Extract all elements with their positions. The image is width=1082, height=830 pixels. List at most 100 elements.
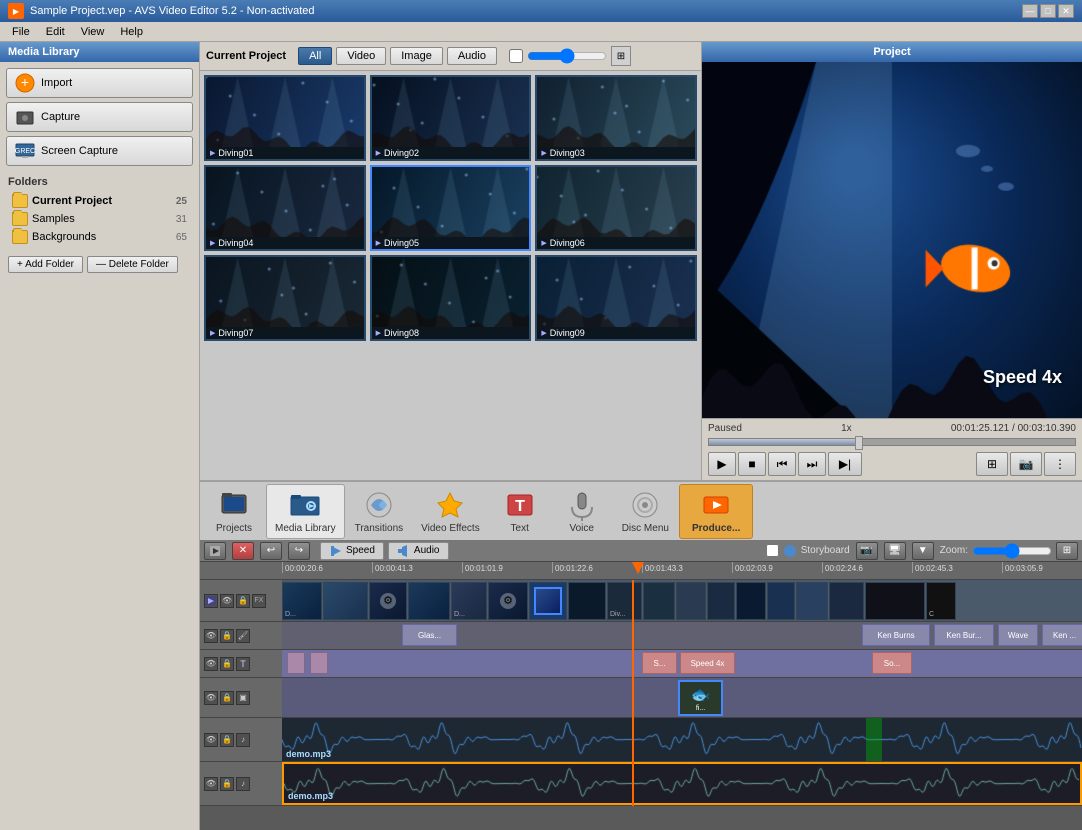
- toolbar-voice[interactable]: Voice: [552, 485, 612, 538]
- prev-button[interactable]: ⏮: [768, 452, 796, 476]
- filter-all[interactable]: All: [298, 47, 332, 65]
- eye-icon[interactable]: 👁: [220, 594, 234, 608]
- camera-btn[interactable]: 📷: [856, 542, 878, 560]
- toolbar-produce[interactable]: Produce...: [679, 484, 753, 539]
- eye-icon-fx[interactable]: 👁: [204, 629, 218, 643]
- text-clip-s[interactable]: S...: [642, 652, 677, 674]
- fx-clip-ken2[interactable]: Ken ...: [1042, 624, 1082, 646]
- redo-action[interactable]: ↪: [288, 542, 310, 560]
- thumbnail-diving05[interactable]: Diving05: [370, 165, 532, 251]
- toolbar-disc-menu[interactable]: Disc Menu: [614, 485, 677, 538]
- text-clip-1[interactable]: [287, 652, 305, 674]
- fx-icon[interactable]: FX: [252, 594, 266, 608]
- video-clip-8[interactable]: [568, 582, 606, 620]
- next-button[interactable]: ⏭: [798, 452, 826, 476]
- video-clip-14[interactable]: [767, 582, 795, 620]
- lock-icon-fx[interactable]: 🔒: [220, 629, 234, 643]
- zoom-slider[interactable]: [972, 543, 1052, 559]
- video-clip-6[interactable]: ⚙: [488, 582, 528, 620]
- play-button[interactable]: ▶: [708, 452, 736, 476]
- eye-icon-a2[interactable]: 👁: [204, 777, 218, 791]
- thumbnail-diving09[interactable]: Diving09: [535, 255, 697, 341]
- video-clip-3[interactable]: ⚙: [369, 582, 407, 620]
- lock-icon-text[interactable]: 🔒: [220, 657, 234, 671]
- add-folder-button[interactable]: + Add Folder: [8, 256, 83, 273]
- brush-icon[interactable]: 🖌: [236, 629, 250, 643]
- fx-clip-kenburns[interactable]: Ken Burns: [862, 624, 930, 646]
- video-clip-last[interactable]: C: [926, 582, 956, 620]
- video-clip-11[interactable]: [676, 582, 706, 620]
- audio-icon-2[interactable]: ♪: [236, 777, 250, 791]
- video-clip-16[interactable]: [829, 582, 864, 620]
- toolbar-video-effects[interactable]: Video Effects: [413, 485, 488, 538]
- storyboard-checkbox[interactable]: [766, 544, 779, 557]
- lock-icon-a2[interactable]: 🔒: [220, 777, 234, 791]
- video-clip-black[interactable]: [865, 582, 925, 620]
- toolbar-text[interactable]: T Text: [490, 485, 550, 538]
- lock-icon-ov[interactable]: 🔒: [220, 691, 234, 705]
- dropdown-btn[interactable]: ▼: [912, 542, 934, 560]
- filter-image[interactable]: Image: [390, 47, 443, 65]
- audio-icon-1[interactable]: ♪: [236, 733, 250, 747]
- video-clip-selected[interactable]: [529, 582, 567, 620]
- expand-button[interactable]: ⋮: [1044, 452, 1076, 476]
- stop-button[interactable]: ■: [738, 452, 766, 476]
- progress-bar[interactable]: [708, 438, 1076, 446]
- eye-icon-a1[interactable]: 👁: [204, 733, 218, 747]
- video-clip-15[interactable]: [796, 582, 828, 620]
- lock-icon[interactable]: 🔒: [236, 594, 250, 608]
- video-clip-1[interactable]: D...: [282, 582, 322, 620]
- folder-backgrounds[interactable]: Backgrounds 65: [8, 228, 191, 246]
- snapshot-button[interactable]: 📷: [1010, 452, 1042, 476]
- menu-help[interactable]: Help: [112, 24, 151, 40]
- video-clip-5[interactable]: D...: [451, 582, 487, 620]
- maximize-button[interactable]: □: [1040, 4, 1056, 18]
- video-clip-2[interactable]: [323, 582, 368, 620]
- video-clip-9[interactable]: Div...: [607, 582, 642, 620]
- capture-button[interactable]: Capture: [6, 102, 193, 132]
- thumbnail-diving02[interactable]: Diving02: [370, 75, 532, 161]
- audio-button[interactable]: Audio: [388, 542, 449, 560]
- lock-icon-a1[interactable]: 🔒: [220, 733, 234, 747]
- folder-current-project[interactable]: Current Project 25: [8, 192, 191, 210]
- fx-clip-glas[interactable]: Glas...: [402, 624, 457, 646]
- thumbnail-diving07[interactable]: Diving07: [204, 255, 366, 341]
- text-clip-2[interactable]: [310, 652, 328, 674]
- fx-clip-kenbur[interactable]: Ken Bur...: [934, 624, 994, 646]
- text-clip-speed4x[interactable]: Speed 4x: [680, 652, 735, 674]
- titlebar-controls[interactable]: — □ ✕: [1022, 4, 1074, 18]
- close-button[interactable]: ✕: [1058, 4, 1074, 18]
- video-clip-4[interactable]: [408, 582, 450, 620]
- speed-button[interactable]: Speed: [320, 542, 384, 560]
- undo-action[interactable]: ↩: [260, 542, 282, 560]
- overlay-icon[interactable]: ▣: [236, 691, 250, 705]
- timeline-btn-1[interactable]: [204, 542, 226, 560]
- toolbar-transitions[interactable]: Transitions: [347, 485, 412, 538]
- text-clip-so[interactable]: So...: [872, 652, 912, 674]
- menu-file[interactable]: File: [4, 24, 38, 40]
- size-slider[interactable]: [527, 48, 607, 64]
- track-icon-1[interactable]: [204, 594, 218, 608]
- progress-handle[interactable]: [855, 436, 863, 450]
- toolbar-media-library[interactable]: Media Library: [266, 484, 345, 539]
- menu-edit[interactable]: Edit: [38, 24, 73, 40]
- fullscreen-button[interactable]: ⊞: [976, 452, 1008, 476]
- video-clip-10[interactable]: [643, 582, 675, 620]
- screen-capture-button[interactable]: GREC Screen Capture: [6, 136, 193, 166]
- filter-video[interactable]: Video: [336, 47, 386, 65]
- menu-view[interactable]: View: [73, 24, 113, 40]
- delete-folder-button[interactable]: — Delete Folder: [87, 256, 178, 273]
- folder-samples[interactable]: Samples 31: [8, 210, 191, 228]
- eye-icon-ov[interactable]: 👁: [204, 691, 218, 705]
- import-button[interactable]: + Import: [6, 68, 193, 98]
- video-clip-13[interactable]: [736, 582, 766, 620]
- video-clip-12[interactable]: [707, 582, 735, 620]
- eye-icon-text[interactable]: 👁: [204, 657, 218, 671]
- size-checkbox[interactable]: [509, 49, 523, 63]
- filter-audio[interactable]: Audio: [447, 47, 497, 65]
- monitor-btn[interactable]: 🖥: [884, 542, 906, 560]
- minimize-button[interactable]: —: [1022, 4, 1038, 18]
- thumbnail-diving03[interactable]: Diving03: [535, 75, 697, 161]
- storyboard-toggle[interactable]: Storyboard: [766, 544, 850, 558]
- text-icon-ctrl[interactable]: T: [236, 657, 250, 671]
